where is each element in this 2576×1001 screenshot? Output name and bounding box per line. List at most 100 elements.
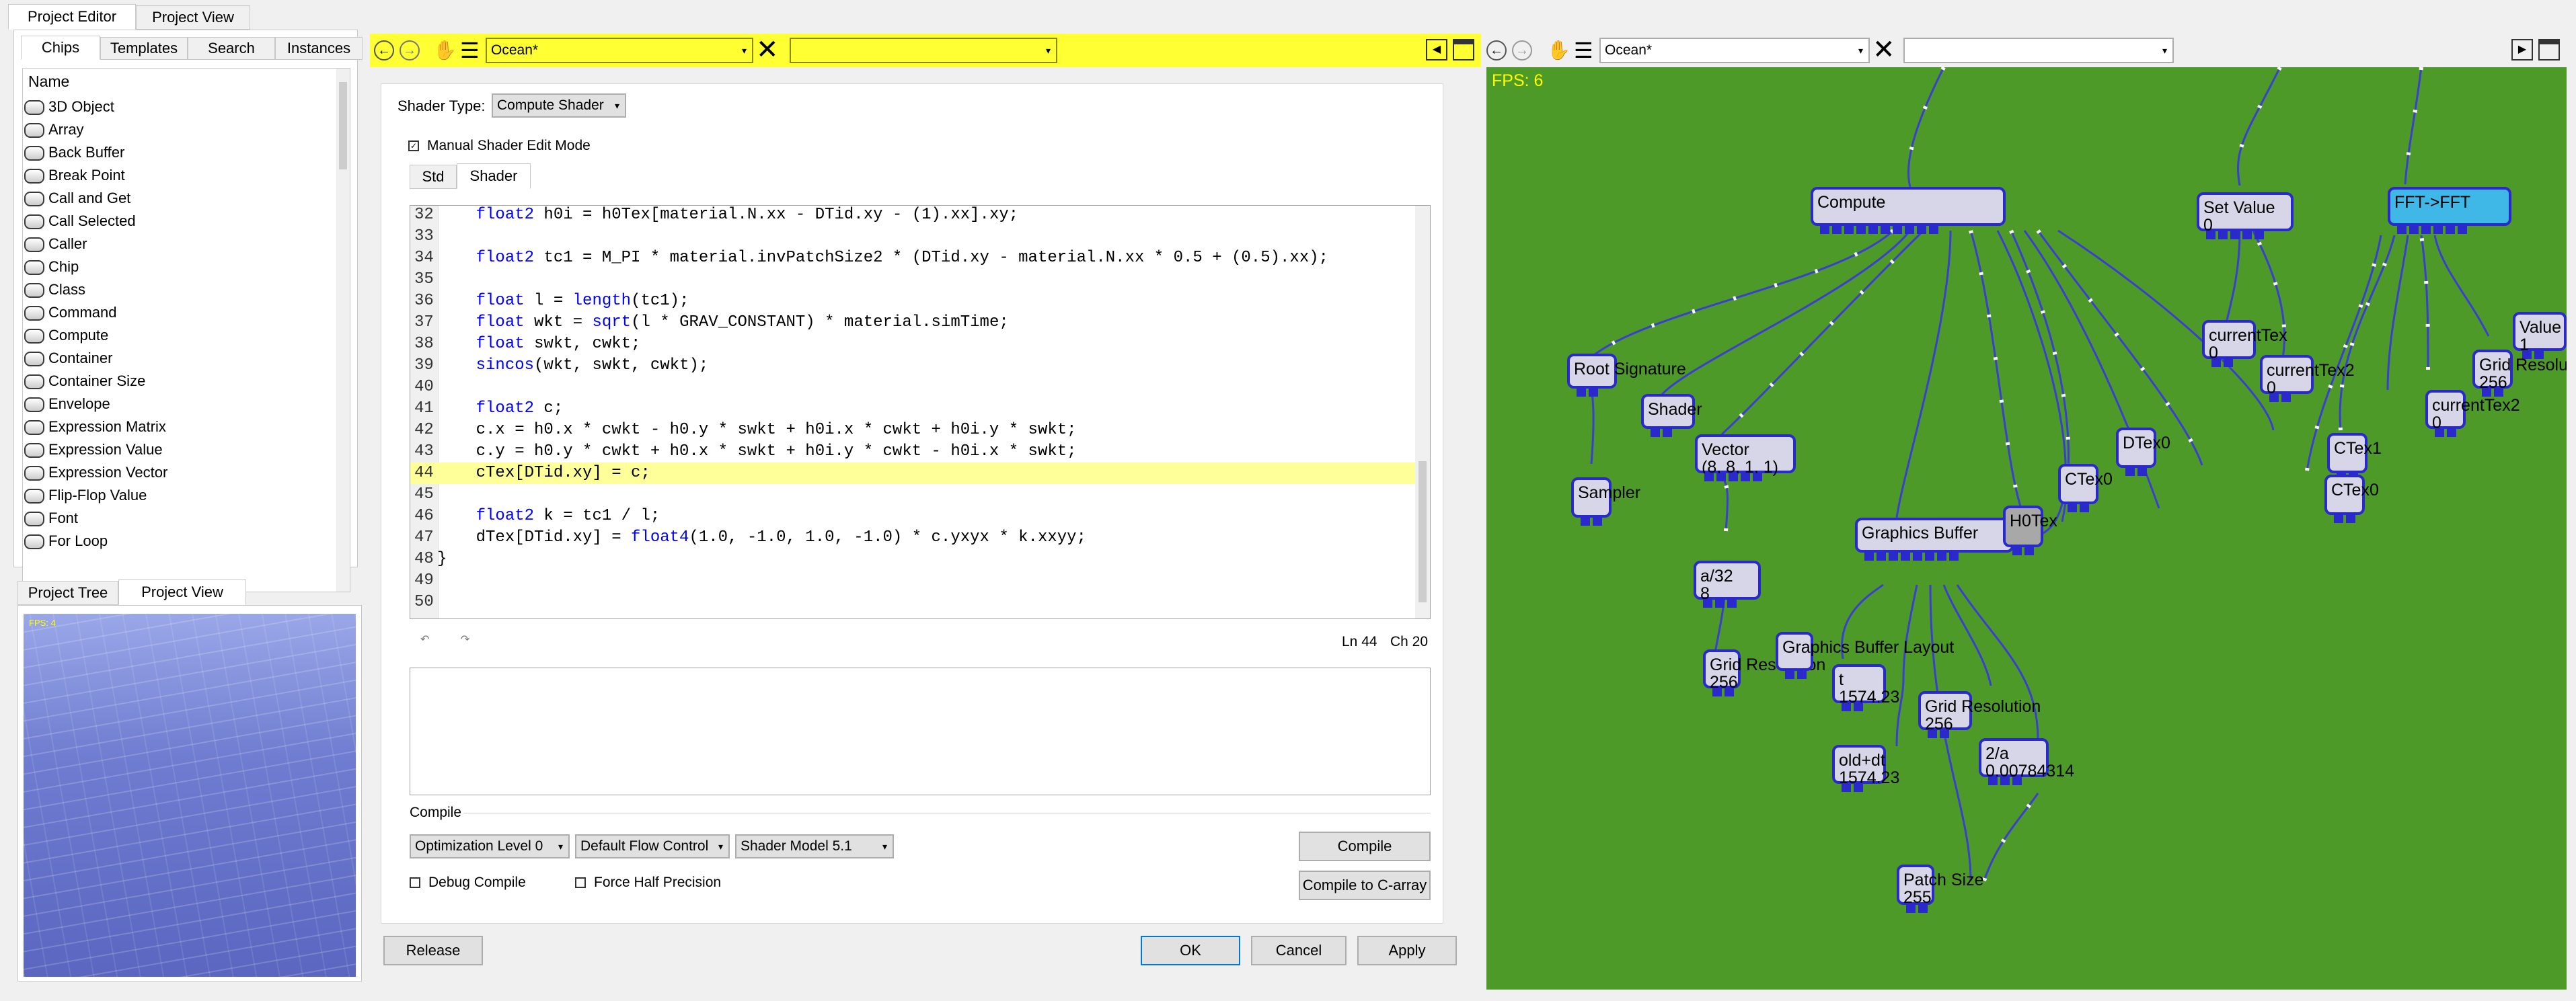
node-grid-resolution-b[interactable]: Grid Resolution 256	[1918, 691, 2041, 738]
node-ports[interactable]	[2211, 359, 2233, 367]
node-ports[interactable]	[2334, 515, 2355, 523]
node-ports[interactable]	[1704, 473, 1762, 481]
node-ports[interactable]	[1864, 553, 1959, 561]
node-ports[interactable]	[1988, 777, 2022, 785]
node-old-dt[interactable]: old+dt 1574.23	[1832, 745, 1899, 792]
node-t[interactable]: t 1574.23	[1832, 664, 1899, 711]
node-h0tex[interactable]: H0Tex	[2003, 506, 2057, 555]
chip-list-item[interactable]: Call and Get	[24, 187, 130, 210]
node-shader[interactable]: Shader	[1641, 394, 1702, 437]
ok-button[interactable]: OK	[1141, 936, 1240, 965]
tab-project-editor[interactable]: Project Editor	[8, 4, 136, 30]
node-ports[interactable]	[1906, 905, 1928, 913]
chip-list-item[interactable]: 3D Object	[24, 95, 114, 118]
shader-model-select[interactable]: Shader Model 5.1	[735, 834, 894, 858]
node-fft[interactable]: FFT->FFT	[2388, 187, 2511, 234]
graph-chip-combo[interactable]	[1903, 38, 2174, 63]
tab-project-view[interactable]: Project View	[118, 579, 246, 605]
chip-list-item[interactable]: Expression Matrix	[24, 415, 166, 438]
graph-project-combo[interactable]: Ocean*	[1599, 38, 1870, 63]
forward-icon[interactable]: →	[400, 40, 420, 61]
flow-control-select[interactable]: Default Flow Control	[575, 834, 730, 858]
node-current-tex2-b[interactable]: currentTex2 0	[2425, 390, 2520, 437]
tab-templates[interactable]: Templates	[100, 37, 188, 60]
window-icon[interactable]	[1453, 39, 1474, 61]
node-ctex1[interactable]: CTex1	[2327, 433, 2382, 481]
tab-project-view-top[interactable]: Project View	[136, 5, 250, 30]
node-ports[interactable]	[2482, 389, 2503, 397]
code-line[interactable]: 32 float2 h0i = h0Tex[material.N.xx - DT…	[410, 206, 1416, 226]
redo-icon[interactable]: ↷	[461, 633, 469, 646]
node-ports[interactable]	[2012, 547, 2034, 555]
code-line[interactable]: 39 sincos(wkt, swkt, cwkt);	[410, 355, 1416, 376]
close-icon[interactable]: ✕	[1872, 35, 1895, 65]
node-ports[interactable]	[2397, 226, 2467, 234]
chip-list-item[interactable]: For Loop	[24, 530, 108, 553]
node-graphics-buffer[interactable]: Graphics Buffer	[1855, 518, 2014, 561]
chip-list-scrollbar[interactable]	[336, 69, 350, 592]
forward-icon[interactable]: →	[1512, 40, 1532, 61]
code-line[interactable]: 40	[410, 376, 1416, 398]
node-sampler[interactable]: Sampler	[1571, 477, 1640, 526]
menu-icon[interactable]: ☰	[1574, 38, 1593, 63]
code-editor[interactable]: 32 float2 h0i = h0Tex[material.N.xx - DT…	[410, 205, 1431, 619]
chip-list-item[interactable]: Expression Value	[24, 438, 163, 461]
node-2a[interactable]: 2/a 0.00784314	[1979, 738, 2074, 785]
chip-list-item[interactable]: Flip-Flop Value	[24, 484, 147, 507]
node-ctex0-b[interactable]: CTex0	[2324, 475, 2379, 523]
node-ctex0[interactable]: CTex0	[2058, 464, 2113, 512]
code-line[interactable]: 47 dTex[DTid.xy] = float4(1.0, -1.0, 1.0…	[410, 527, 1416, 549]
node-ports[interactable]	[2206, 231, 2264, 239]
window-icon[interactable]	[2538, 39, 2560, 61]
undo-icon[interactable]: ↶	[420, 633, 429, 646]
tab-search[interactable]: Search	[188, 37, 275, 60]
code-line[interactable]: 45	[410, 484, 1416, 506]
compile-carray-button[interactable]: Compile to C-array	[1299, 871, 1431, 900]
chip-list-item[interactable]: Call Selected	[24, 210, 136, 233]
chip-list-item[interactable]: Class	[24, 278, 85, 301]
node-ports[interactable]	[2068, 504, 2089, 512]
debug-compile-checkbox[interactable]: Debug Compile	[410, 875, 526, 891]
node-grid-resolution-right[interactable]: Grid Resolution 256	[2472, 350, 2567, 397]
code-line[interactable]: 38 float swkt, cwkt;	[410, 333, 1416, 355]
release-button[interactable]: Release	[383, 936, 483, 965]
code-line[interactable]: 43 c.y = h0.y * cwkt + h0.x * swkt + h0i…	[410, 441, 1416, 463]
optimization-select[interactable]: Optimization Level 0	[410, 834, 570, 858]
node-ports[interactable]	[1820, 226, 1938, 234]
force-half-checkbox[interactable]: Force Half Precision	[575, 875, 721, 891]
node-current-tex[interactable]: currentTex 0	[2202, 320, 2287, 367]
tab-project-tree[interactable]: Project Tree	[17, 581, 118, 605]
node-ports[interactable]	[2125, 468, 2147, 476]
chip-list-item[interactable]: Compute	[24, 324, 108, 347]
chip-combo[interactable]	[790, 38, 1057, 63]
tab-std[interactable]: Std	[410, 165, 457, 189]
node-dtex0[interactable]: DTex0	[2116, 428, 2170, 476]
hand-icon[interactable]: ✋	[433, 39, 457, 61]
node-graphics-buffer-layout[interactable]: Graphics Buffer Layout	[1776, 632, 1954, 679]
chip-list-item[interactable]: Expression Vector	[24, 461, 167, 484]
code-line[interactable]: 42 c.x = h0.x * cwkt - h0.y * swkt + h0i…	[410, 419, 1416, 441]
chip-list-item[interactable]: Envelope	[24, 393, 110, 415]
tab-shader[interactable]: Shader	[457, 163, 531, 189]
node-ports[interactable]	[1928, 730, 1949, 738]
close-icon[interactable]: ✕	[756, 35, 779, 65]
chip-list-item[interactable]: Array	[24, 118, 84, 141]
node-vector[interactable]: Vector (8, 8, 1, 1)	[1695, 434, 1796, 481]
node-grid-resolution-a[interactable]: Grid Resolution 256	[1703, 649, 1825, 696]
chip-list-item[interactable]: Container Size	[24, 370, 145, 393]
compile-button[interactable]: Compile	[1299, 832, 1431, 861]
chip-list-item[interactable]: Break Point	[24, 164, 125, 187]
ocean-preview[interactable]: FPS: 4	[24, 614, 356, 977]
node-root-signature[interactable]: Root Signature	[1567, 354, 1686, 397]
node-ports[interactable]	[1703, 600, 1737, 608]
node-ports[interactable]	[1651, 429, 1672, 437]
code-scrollbar[interactable]	[1415, 206, 1430, 618]
chip-list-item[interactable]: Caller	[24, 233, 87, 255]
code-line[interactable]: 50	[410, 592, 1416, 613]
code-line[interactable]: 46 float2 k = tc1 / l;	[410, 506, 1416, 527]
node-ports[interactable]	[1581, 518, 1602, 526]
node-value[interactable]: Value 1	[2513, 312, 2567, 359]
code-line[interactable]: 36 float l = length(tc1);	[410, 290, 1416, 312]
code-line[interactable]: 33	[410, 226, 1416, 247]
compile-output[interactable]	[410, 668, 1431, 795]
